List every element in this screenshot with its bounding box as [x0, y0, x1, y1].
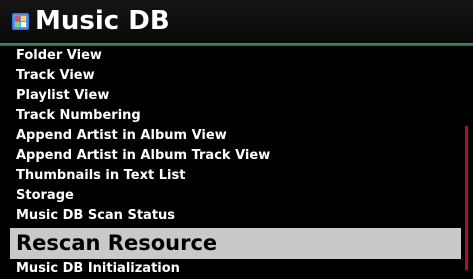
scrollbar[interactable] [465, 126, 468, 270]
music-db-icon [12, 13, 29, 30]
menu-item-thumbnails-text-list[interactable]: Thumbnails in Text List [16, 166, 185, 186]
menu-item-db-initialization[interactable]: Music DB Initialization [16, 259, 180, 279]
menu-item-append-artist-album-track-view[interactable]: Append Artist in Album Track View [16, 146, 270, 166]
page-title: Music DB [35, 6, 170, 36]
settings-menu: Folder View Track View Playlist View Tra… [0, 46, 473, 277]
header-bar: Music DB [0, 0, 473, 43]
menu-item-scan-status[interactable]: Music DB Scan Status [16, 206, 175, 226]
menu-item-track-numbering[interactable]: Track Numbering [16, 106, 141, 126]
menu-item-append-artist-album-view[interactable]: Append Artist in Album View [16, 126, 227, 146]
selected-item-label: Rescan Resource [16, 231, 218, 255]
menu-item-rescan-resource[interactable]: Rescan Resource [10, 228, 461, 259]
menu-item-folder-view[interactable]: Folder View [16, 46, 102, 66]
menu-item-storage[interactable]: Storage [16, 186, 74, 206]
menu-item-playlist-view[interactable]: Playlist View [16, 86, 109, 106]
menu-item-track-view[interactable]: Track View [16, 66, 95, 86]
